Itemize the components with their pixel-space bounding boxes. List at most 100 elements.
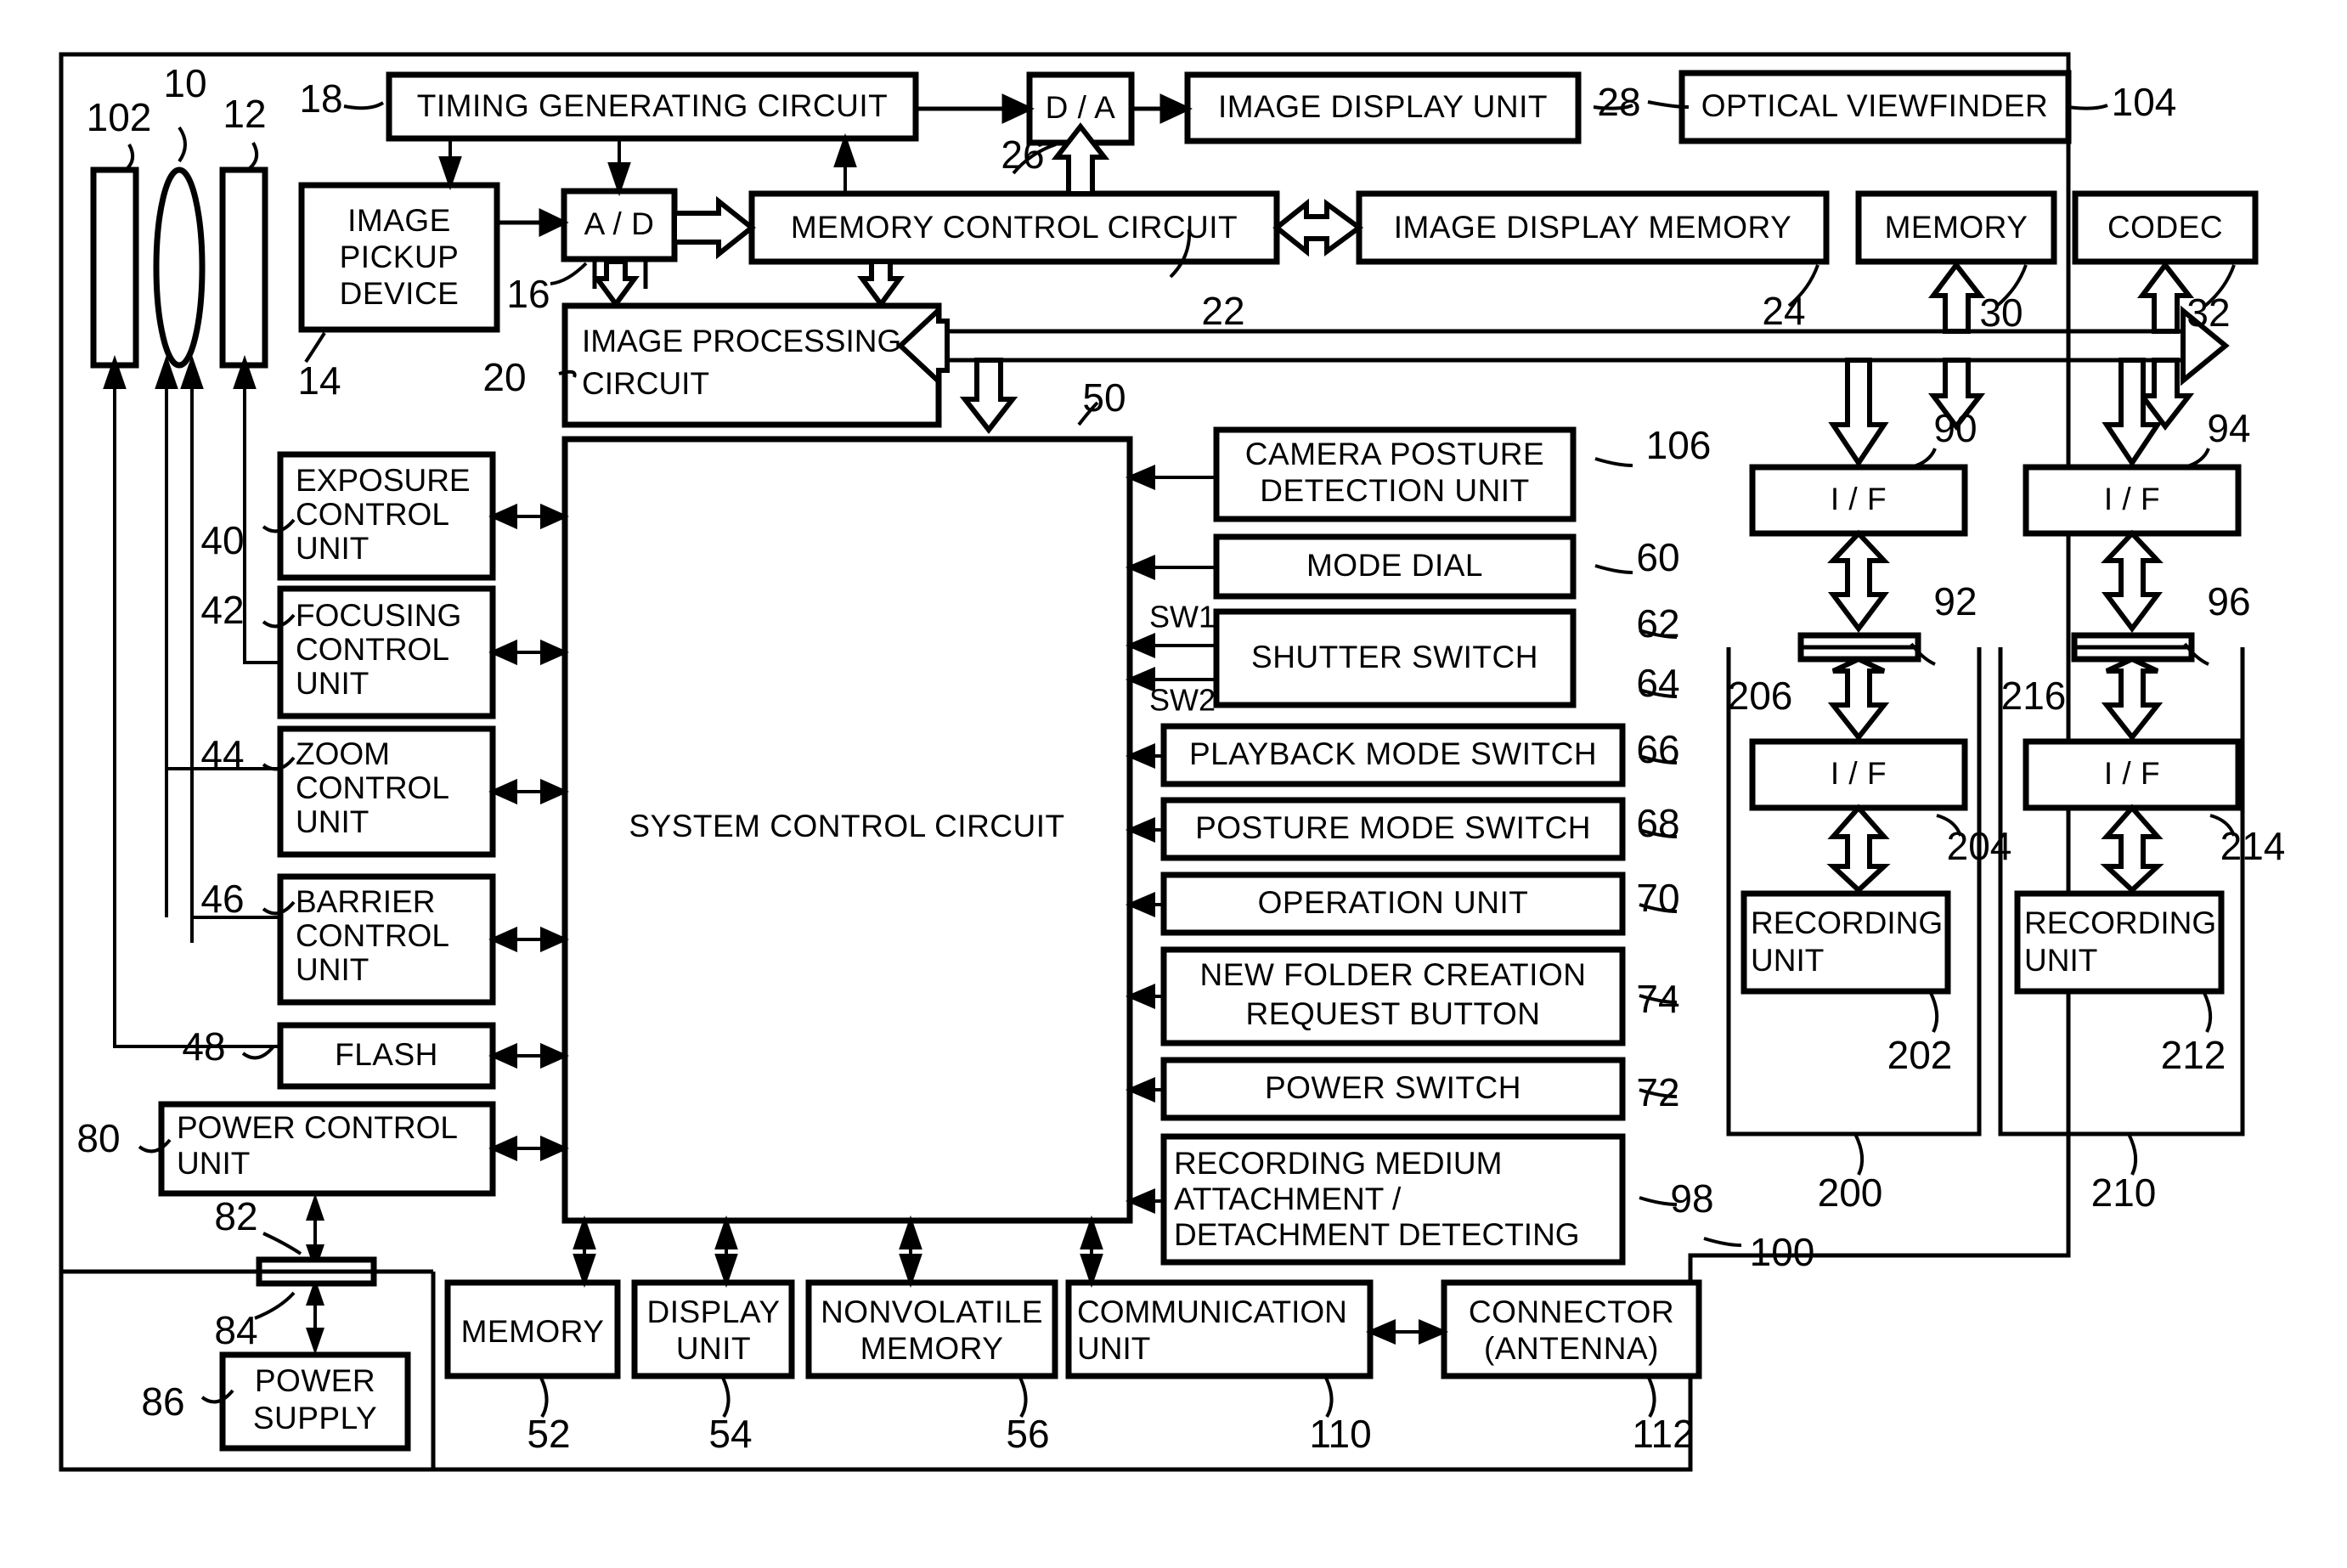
- ref-82: 82: [214, 1194, 257, 1238]
- communication-label-1: COMMUNICATION: [1077, 1294, 1347, 1329]
- ref-54: 54: [708, 1412, 752, 1456]
- exposure-control-label-1: EXPOSURE: [296, 463, 471, 498]
- ref-30: 30: [1979, 290, 2023, 335]
- ref-84: 84: [214, 1308, 257, 1352]
- barrier-control-label-2: CONTROL: [296, 918, 449, 953]
- ref-210: 210: [2091, 1170, 2157, 1215]
- display-unit-label-1: DISPLAY: [646, 1294, 780, 1329]
- tg-to-pickup-arrow: [438, 138, 462, 191]
- ref-92: 92: [1933, 579, 1977, 623]
- lens-block-10: [153, 166, 206, 369]
- memory-top-label: MEMORY: [1885, 210, 2028, 245]
- ref-24: 24: [1762, 289, 1805, 333]
- ref-112: 112: [1632, 1412, 1694, 1456]
- focusing-control-label-1: FOCUSING: [296, 598, 461, 633]
- ref-80: 80: [76, 1116, 120, 1160]
- ref-60: 60: [1636, 535, 1679, 579]
- optical-viewfinder-label: OPTICAL VIEWFINDER: [1701, 88, 2049, 123]
- optical-control-links: [113, 629, 280, 1048]
- ref-32: 32: [2186, 290, 2230, 335]
- ref-26: 26: [1001, 133, 1044, 177]
- new-folder-label-2: REQUEST BUTTON: [1246, 996, 1541, 1031]
- ref-10: 10: [163, 61, 206, 105]
- ref-90: 90: [1933, 406, 1977, 450]
- sw1-label: SW1: [1149, 600, 1216, 635]
- rec-medium-label-1: RECORDING MEDIUM: [1174, 1146, 1502, 1181]
- camera-posture-label-2: DETECTION UNIT: [1260, 473, 1529, 508]
- image-display-unit-label: IMAGE DISPLAY UNIT: [1218, 89, 1548, 124]
- memory-control-circuit-label: MEMORY CONTROL CIRCUIT: [791, 210, 1238, 245]
- display-unit-label-2: UNIT: [676, 1331, 751, 1366]
- ref-42: 42: [200, 588, 244, 632]
- connector-82-84-glyph: [256, 1256, 377, 1287]
- power-supply-label-1: POWER: [255, 1363, 375, 1398]
- if-90-label: I / F: [1831, 482, 1887, 516]
- ref-70: 70: [1636, 876, 1679, 920]
- da-label: D / A: [1046, 90, 1116, 125]
- focusing-control-label-2: CONTROL: [296, 632, 449, 667]
- shutter-block-12: [219, 166, 268, 369]
- ref-86: 86: [141, 1379, 184, 1424]
- rec-medium-label-2: ATTACHMENT /: [1174, 1182, 1402, 1216]
- recording-unit-212-label-1: RECORDING: [2024, 905, 2216, 940]
- ref-206: 206: [1728, 674, 1793, 718]
- bus-to-memory-codec: [1928, 261, 2195, 431]
- playback-mode-switch-label: PLAYBACK MODE SWITCH: [1189, 736, 1597, 771]
- patent-figure-canvas: IMAGE PICKUP DEVICE A / D TIMING GENERAT…: [0, 0, 2347, 1568]
- ref-56: 56: [1006, 1412, 1049, 1456]
- barrier-block-102: [90, 166, 139, 369]
- ref-66: 66: [1636, 727, 1679, 771]
- ref-22: 22: [1201, 289, 1244, 333]
- syscontrol-to-bottom-arrows: [573, 1215, 1103, 1289]
- syscontrol-bus-vertical: [959, 358, 1018, 434]
- new-folder-label-1: NEW FOLDER CREATION: [1200, 957, 1587, 992]
- memctl-idm-double-arrow: [1272, 198, 1364, 257]
- focusing-control-label-3: UNIT: [296, 666, 369, 701]
- barrier-control-label-3: UNIT: [296, 952, 369, 987]
- image-processing-label-2: CIRCUIT: [582, 366, 709, 401]
- timing-generating-circuit-label: TIMING GENERATING CIRCUIT: [417, 88, 888, 123]
- ref-110: 110: [1309, 1412, 1371, 1456]
- block-diagram: IMAGE PICKUP DEVICE A / D TIMING GENERAT…: [59, 52, 2285, 1472]
- tg-to-da-arrow: [916, 93, 1035, 124]
- memctl-to-tg-arrow: [833, 133, 857, 194]
- ref-52: 52: [527, 1412, 570, 1456]
- ref-46: 46: [200, 877, 244, 921]
- image-pickup-label-2: PICKUP: [340, 240, 460, 274]
- ref-18: 18: [299, 76, 342, 121]
- connector-antenna-label-1: CONNECTOR: [1469, 1294, 1674, 1329]
- ref-48: 48: [182, 1024, 225, 1069]
- power-control-label-1: POWER CONTROL: [177, 1110, 458, 1145]
- ref-62: 62: [1636, 601, 1679, 646]
- shutter-switch-label: SHUTTER SWITCH: [1251, 640, 1538, 674]
- ref-202: 202: [1887, 1033, 1953, 1077]
- ref-106: 106: [1646, 423, 1712, 467]
- ref-96: 96: [2207, 579, 2250, 623]
- memory-bottom-label: MEMORY: [461, 1314, 605, 1349]
- communication-label-2: UNIT: [1077, 1331, 1150, 1366]
- codec-label: CODEC: [2107, 210, 2223, 245]
- image-display-memory-label: IMAGE DISPLAY MEMORY: [1394, 210, 1792, 245]
- tg-to-ad-arrow: [607, 138, 631, 197]
- ad-to-memctl-hollow-arrow: [672, 195, 756, 260]
- ref-100: 100: [1750, 1230, 1815, 1274]
- image-pickup-label-1: IMAGE: [347, 203, 451, 238]
- left-units-to-syscontrol-arrows: [488, 503, 569, 1162]
- ref-212: 212: [2161, 1033, 2226, 1077]
- ref-20: 20: [482, 355, 526, 399]
- zoom-control-label-2: CONTROL: [296, 770, 449, 805]
- ref-204: 204: [1947, 824, 2012, 868]
- power-control-label-2: UNIT: [177, 1146, 250, 1181]
- ref-68: 68: [1636, 801, 1679, 845]
- ref-50: 50: [1082, 375, 1126, 420]
- exposure-control-label-2: CONTROL: [296, 497, 449, 532]
- pickup-to-ad-arrow: [497, 208, 569, 237]
- operation-unit-label: OPERATION UNIT: [1258, 885, 1529, 920]
- posture-mode-switch-label: POSTURE MODE SWITCH: [1195, 810, 1591, 845]
- system-control-circuit-label: SYSTEM CONTROL CIRCUIT: [629, 809, 1064, 843]
- ref-98: 98: [1670, 1176, 1713, 1221]
- image-pickup-label-3: DEVICE: [340, 276, 460, 311]
- nonvolatile-label-2: MEMORY: [860, 1331, 1004, 1366]
- optical-input-arrows: [103, 354, 257, 943]
- zoom-control-label-1: ZOOM: [296, 736, 390, 771]
